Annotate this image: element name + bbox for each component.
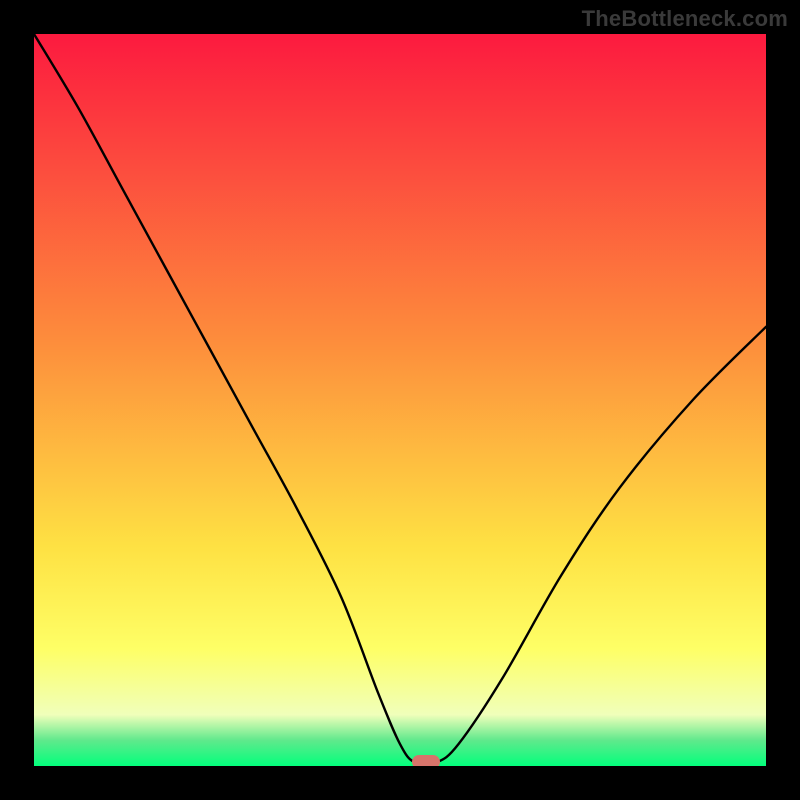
optimal-marker (412, 755, 440, 766)
gradient-background (34, 34, 766, 766)
chart-svg (34, 34, 766, 766)
plot-area (34, 34, 766, 766)
chart-frame: TheBottleneck.com (0, 0, 800, 800)
watermark-text: TheBottleneck.com (582, 6, 788, 32)
